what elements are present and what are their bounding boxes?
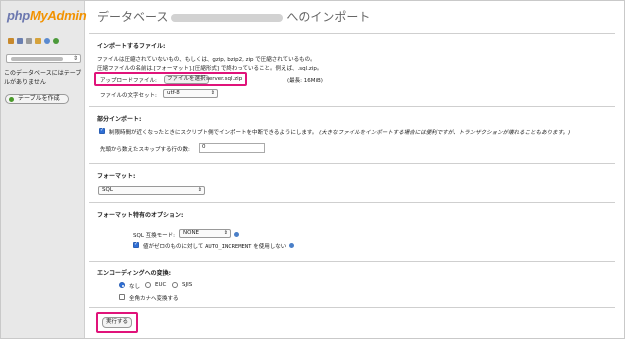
max-upload-size: (最長: 16MiB) (287, 78, 323, 84)
encoding-none-label: なし (129, 284, 141, 290)
auto-inc-code: AUTO_INCREMENT (205, 244, 252, 250)
divider (89, 307, 615, 308)
no-tables-message: このデータベースにはテーブルがありません (4, 70, 82, 86)
help-icon[interactable] (289, 243, 294, 248)
kana-convert-label: 全角カナへ変換する (129, 296, 179, 302)
auto-inc-label-post: を使用しない (253, 244, 287, 250)
divider (89, 163, 615, 164)
reload-icon[interactable] (53, 38, 59, 44)
upload-file-label: アップロードファイル: (100, 78, 157, 84)
settings-icon[interactable] (35, 38, 41, 44)
home-icon[interactable] (8, 38, 14, 44)
skip-queries-input[interactable]: 0 (199, 143, 265, 153)
create-table-button[interactable]: テーブルを作成 (5, 94, 69, 104)
allow-interrupt-checkbox[interactable] (99, 127, 105, 134)
sql-compat-select[interactable]: NONE ⇕ (179, 229, 231, 238)
chevron-updown-icon: ⇕ (210, 90, 215, 96)
sql-compat-value: NONE (183, 230, 200, 236)
charset-select-value: utf-8 (167, 90, 180, 96)
encoding-heading: エンコーディングへの変換: (97, 270, 171, 277)
file-section-heading: インポートするファイル: (97, 43, 166, 50)
encoding-sjis-label: SJIS (182, 282, 193, 288)
logo-myadmin-text: MyAdmin (29, 8, 87, 23)
table-icon[interactable] (17, 38, 23, 44)
kana-convert-checkbox[interactable] (119, 294, 125, 300)
encoding-none-radio[interactable] (119, 282, 125, 288)
allow-interrupt-note: (大きなファイルをインポートする場合には便利ですが、トランザクションが壊れること… (319, 130, 571, 136)
sql-icon[interactable] (26, 38, 32, 44)
divider (89, 106, 615, 107)
add-icon (9, 97, 14, 102)
help-icon[interactable] (234, 232, 239, 237)
sidebar-icon-bar (8, 38, 59, 44)
window-frame (0, 0, 625, 339)
help-icon[interactable] (44, 38, 50, 44)
phpmyadmin-logo[interactable]: phpMyAdmin (7, 8, 87, 23)
sql-compat-label: SQL 互換モード: (133, 233, 175, 239)
no-auto-value-zero-checkbox[interactable] (133, 241, 139, 248)
divider (89, 261, 615, 262)
database-name-redacted (171, 13, 284, 22)
create-table-label: テーブルを作成 (18, 95, 60, 102)
format-heading: フォーマット: (97, 173, 136, 180)
charset-select[interactable]: utf-8 ⇕ (163, 89, 218, 98)
divider (89, 33, 615, 34)
format-select-value: SQL (102, 187, 113, 193)
page-title-suffix: へのインポート (286, 10, 371, 24)
page-title: データベース へのインポート (97, 8, 370, 25)
chevron-updown-icon: ⇕ (72, 55, 78, 62)
skip-queries-label: 先頭から数えたスキップする行の数: (100, 147, 190, 153)
navigation-sidebar: phpMyAdmin ⇕ このデータベースにはテーブルがありません テーブルを作… (1, 1, 87, 338)
database-name-redacted (11, 57, 63, 61)
no-auto-value-zero-label: 値がゼロのものに対して AUTO_INCREMENT を使用しない (143, 242, 286, 250)
format-options-heading: フォーマット特有のオプション: (97, 212, 184, 219)
file-description-line1: ファイルは圧縮されていないもの、もしくは、gzip, bzip2, zip で圧… (97, 57, 316, 63)
allow-interrupt-label: 制限時間が近くなったときにスクリプト側でインポートを中断できるようにします。 (… (109, 128, 570, 136)
choose-file-button[interactable]: ファイルを選択 (164, 75, 209, 84)
encoding-sjis-radio[interactable] (172, 282, 178, 288)
format-select[interactable]: SQL ⇕ (98, 186, 205, 195)
logo-php-text: php (7, 8, 30, 23)
chevron-updown-icon: ⇕ (197, 187, 202, 193)
page-title-prefix: データベース (97, 10, 169, 24)
file-description-line2: 圧縮ファイルの名前は.[フォーマット].[圧縮形式] で終わっていること。例えば… (97, 66, 323, 72)
go-button[interactable]: 実行する (102, 317, 132, 328)
encoding-euc-label: EUC (155, 282, 167, 288)
partial-import-heading: 部分インポート: (97, 116, 142, 123)
charset-label: ファイルの文字セット: (100, 93, 157, 99)
database-select[interactable]: ⇕ (6, 54, 81, 63)
selected-file-name: server.sql.zip (206, 76, 243, 82)
allow-interrupt-text: 制限時間が近くなったときにスクリプト側でインポートを中断できるようにします。 (109, 130, 318, 136)
encoding-euc-radio[interactable] (145, 282, 151, 288)
auto-inc-label-pre: 値がゼロのものに対して (143, 244, 204, 250)
divider (89, 202, 615, 203)
chevron-updown-icon: ⇕ (223, 230, 228, 236)
